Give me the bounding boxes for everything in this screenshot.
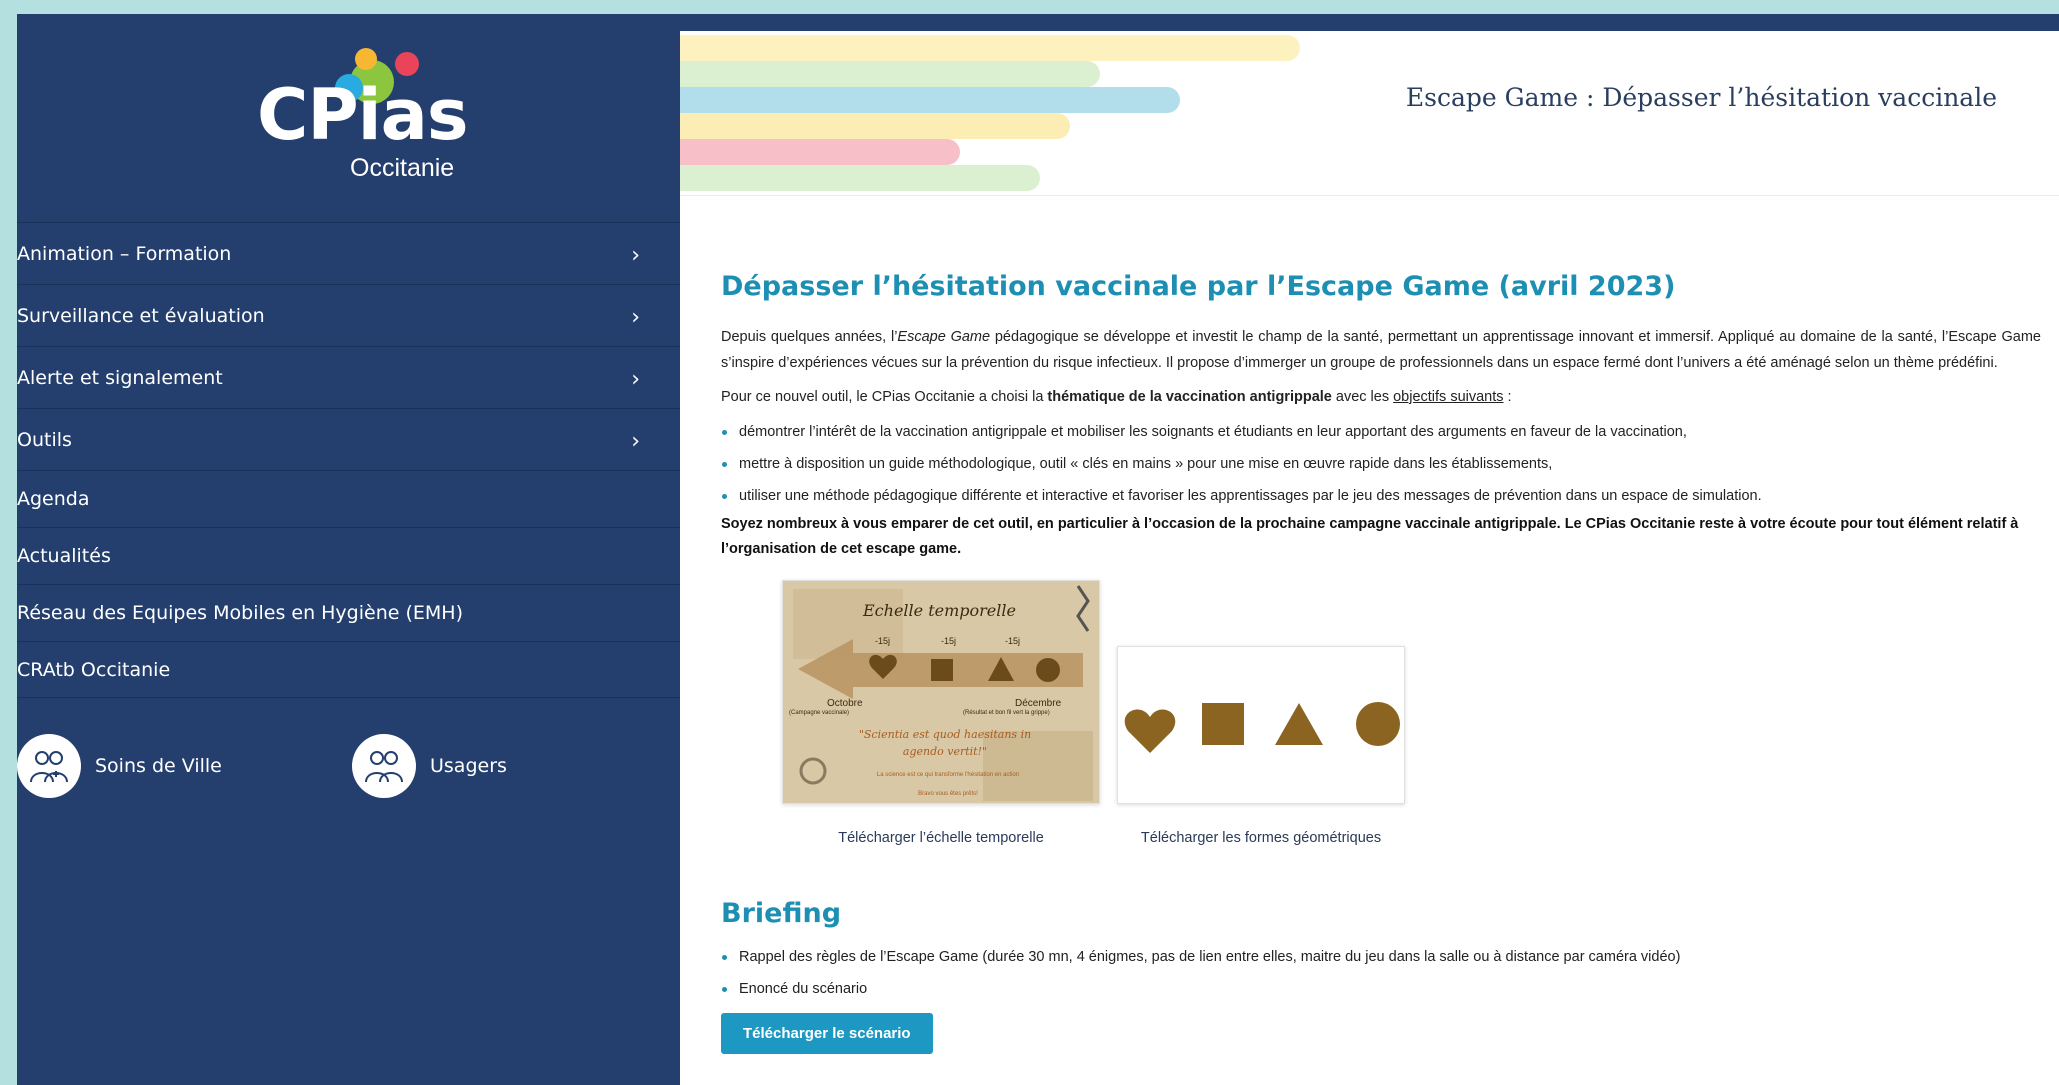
timeline-image[interactable]: Echelle temporelle -15j -15j -15j Octobr… [782,580,1100,804]
objectives-text: avec les [1331,389,1394,405]
download-timeline-link[interactable]: Télécharger l’échelle temporelle [781,830,1101,846]
shapes-image[interactable] [1117,646,1405,804]
download-figures: Echelle temporelle -15j -15j -15j Octobr… [721,580,2041,880]
usagers-label: Usagers [430,755,507,777]
briefing-list: Rappel des règles de l’Escape Game (duré… [721,941,2041,1005]
nav-item-cratb[interactable]: CRAtb Occitanie [17,641,680,698]
article-heading: Dépasser l’hésitation vaccinale par l’Es… [721,271,1676,302]
logo-subtitle: Occitanie [350,154,455,182]
timeline-mark: -15j [941,636,957,646]
square-icon [1202,703,1244,745]
page-banner: Escape Game : Dépasser l’hésitation vacc… [680,31,2059,196]
triangle-icon [1275,703,1323,745]
banner-title: Escape Game : Dépasser l’hésitation vacc… [1405,83,1997,112]
chevron-right-icon: › [631,304,640,330]
soins-de-ville-link[interactable]: Soins de Ville [17,734,222,798]
briefing-heading: Briefing [721,898,842,929]
soins-de-ville-label: Soins de Ville [95,755,222,777]
timeline-mark: -15j [1005,636,1021,646]
usagers-link[interactable]: Usagers [352,734,507,798]
shapes-figure[interactable]: Télécharger les formes géométriques [1111,580,1411,846]
logo-dot-icon [355,48,377,70]
sidebar-nav: Animation – Formation › Surveillance et … [17,222,680,698]
nav-item-emh[interactable]: Réseau des Equipes Mobiles en Hygiène (E… [17,584,680,641]
objectives-link[interactable]: objectifs suivants [1393,389,1503,405]
timeline-note: La science est ce qui transforme l'hésit… [876,772,1020,778]
article: Dépasser l’hésitation vaccinale par l’Es… [721,271,2041,1054]
objectives-text: : [1503,389,1512,405]
top-bar [680,14,2059,31]
callout-text: Soyez nombreux à vous emparer de cet out… [721,516,2019,557]
objectives-text: Pour ce nouvel outil, le CPias Occitanie… [721,389,1048,405]
nav-item-label: Outils [17,428,72,451]
users-icon [352,734,416,798]
objectives-list: démontrer l’intérêt de la vaccination an… [721,416,2041,512]
sidebar: CPias Occitanie Animation – Formation › … [17,14,680,1085]
cpias-logo[interactable]: CPias Occitanie [237,36,469,186]
timeline-quote: "Scientia est quod haesitans in agendo v… [858,728,1032,758]
intro-emphasis: Escape Game [897,329,991,345]
timeline-note: Bravo vous êtes prêts! [918,791,978,797]
timeline-mark: -15j [875,636,891,646]
list-item: mettre à disposition un guide méthodolog… [721,448,2041,480]
download-scenario-button[interactable]: Télécharger le scénario [721,1013,933,1054]
list-item: Rappel des règles de l’Escape Game (duré… [721,941,2041,973]
chevron-right-icon: › [631,428,640,454]
nav-item-label: Réseau des Equipes Mobiles en Hygiène (E… [17,602,463,624]
timeline-end-label: Décembre [1015,698,1062,709]
heart-icon [1124,709,1176,753]
objectives-intro: Pour ce nouvel outil, le CPias Occitanie… [721,384,2041,410]
nav-item-alerte[interactable]: Alerte et signalement › [17,346,680,408]
nav-item-label: Alerte et signalement [17,366,223,389]
banner-stripe [680,61,1100,87]
theme-bold: thématique de la vaccination antigrippal… [1047,389,1332,405]
nav-item-label: Surveillance et évaluation [17,304,265,327]
nav-item-label: Animation – Formation [17,242,232,265]
nav-item-agenda[interactable]: Agenda [17,470,680,527]
logo-wordmark: CPias [257,74,469,156]
timeline-start-note: (Campagne vaccinale) [789,710,850,716]
banner-stripe [680,139,960,165]
banner-stripe [680,87,1180,113]
nav-item-surveillance[interactable]: Surveillance et évaluation › [17,284,680,346]
banner-stripe [680,165,1040,191]
main-content: Escape Game : Dépasser l’hésitation vacc… [680,31,2059,1085]
nav-item-outils[interactable]: Outils › [17,408,680,470]
list-item: utiliser une méthode pédagogique différe… [721,480,2041,512]
nav-item-label: Agenda [17,488,90,510]
healthcare-team-icon [17,734,81,798]
circle-shape-icon [1356,702,1400,746]
nav-item-actualites[interactable]: Actualités [17,527,680,584]
banner-stripe [680,113,1070,139]
download-shapes-link[interactable]: Télécharger les formes géométriques [1111,830,1411,846]
nav-item-label: CRAtb Occitanie [17,658,171,681]
timeline-end-note: (Résultat et bon fil vert la grippe) [963,710,1050,716]
timeline-start-label: Octobre [827,698,863,709]
timeline-title: Echelle temporelle [863,601,1016,620]
nav-item-animation-formation[interactable]: Animation – Formation › [17,222,680,284]
list-item: démontrer l’intérêt de la vaccination an… [721,416,2041,448]
logo-dot-icon [395,52,419,76]
audience-links: Soins de Ville Usagers [17,734,680,814]
banner-stripe [680,35,1300,61]
chevron-right-icon: › [631,242,640,268]
nav-item-label: Actualités [17,545,111,567]
intro-text: Depuis quelques années, l’ [721,329,898,345]
chevron-right-icon: › [631,366,640,392]
timeline-figure[interactable]: Echelle temporelle -15j -15j -15j Octobr… [781,580,1101,846]
list-item: Enoncé du scénario [721,973,2041,1005]
intro-paragraph: Depuis quelques années, l’Escape Game pé… [721,324,2041,376]
